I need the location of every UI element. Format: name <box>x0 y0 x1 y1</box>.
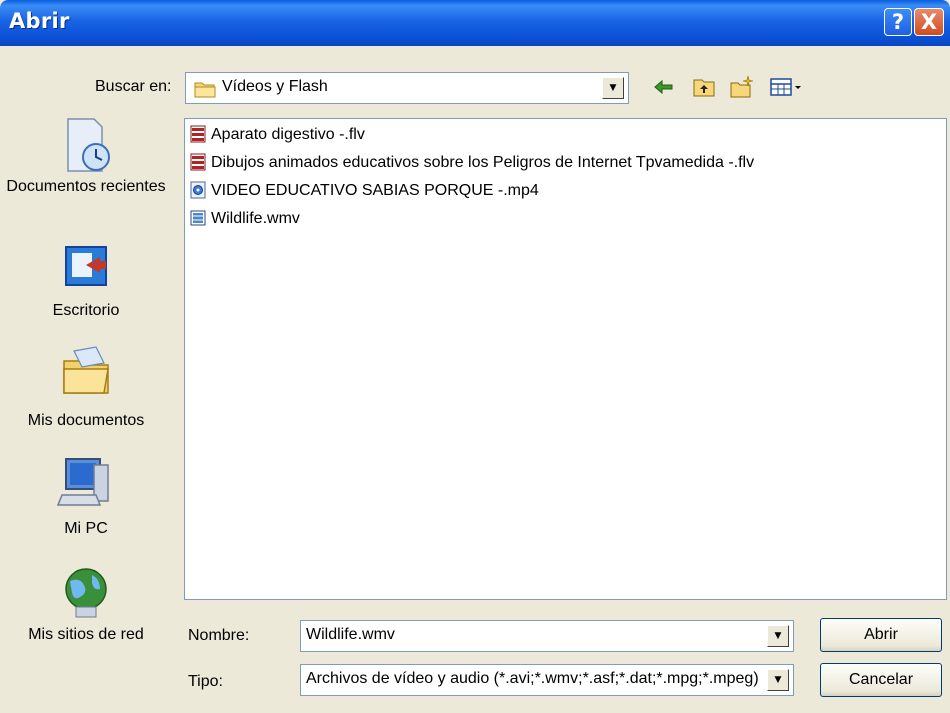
recent-documents-icon <box>67 118 110 172</box>
open-button[interactable]: Abrir <box>820 618 942 652</box>
filetype-label: Tipo: <box>188 673 223 690</box>
file-name: Aparato digestivo -.flv <box>211 126 365 143</box>
file-name: VIDEO EDUCATIVO SABIAS PORQUE -.mp4 <box>211 182 539 199</box>
place-my-computer[interactable]: Mi PC <box>0 455 172 539</box>
cancel-button[interactable]: Cancelar <box>820 663 942 697</box>
place-my-documents[interactable]: Mis documentos <box>0 343 172 431</box>
place-label: Escritorio <box>52 302 120 319</box>
open-dialog: Abrir ? X Buscar en: Vídeos y Flash ▼ Do… <box>0 0 950 713</box>
place-label: Mis sitios de red <box>28 626 144 643</box>
filename-combobox[interactable]: Wildlife.wmv ▼ <box>300 620 794 652</box>
mp4-file-icon <box>190 181 206 199</box>
list-item[interactable]: VIDEO EDUCATIVO SABIAS PORQUE -.mp4 <box>189 179 539 203</box>
file-list[interactable]: Aparato digestivo -.flv Dibujos animados… <box>184 118 947 600</box>
desktop-icon <box>65 246 107 286</box>
place-desktop[interactable]: Escritorio <box>0 245 172 321</box>
list-item[interactable]: Dibujos animados educativos sobre los Pe… <box>189 151 754 175</box>
flv-file-icon <box>190 153 206 171</box>
back-arrow-icon[interactable] <box>650 74 678 100</box>
file-name: Dibujos animados educativos sobre los Pe… <box>211 154 755 171</box>
close-button[interactable]: X <box>914 8 944 36</box>
new-folder-icon[interactable] <box>728 74 756 100</box>
chevron-down-icon[interactable]: ▼ <box>767 669 789 691</box>
window-title: Abrir <box>9 9 70 33</box>
place-network[interactable]: Mis sitios de red <box>0 565 172 645</box>
file-name: Wildlife.wmv <box>211 210 300 227</box>
place-label: Documentos recientes <box>6 178 166 195</box>
title-bar[interactable]: Abrir ? X <box>0 0 950 46</box>
folder-icon <box>194 82 216 98</box>
chevron-down-icon[interactable]: ▼ <box>602 77 624 99</box>
flv-file-icon <box>190 125 206 143</box>
my-documents-icon <box>63 346 109 394</box>
network-places-icon <box>65 568 107 618</box>
places-bar: Documentos recientes Escritorio Mis docu… <box>0 115 172 675</box>
up-folder-icon[interactable] <box>690 74 718 100</box>
lookin-combobox[interactable]: Vídeos y Flash ▼ <box>185 72 629 104</box>
filetype-combobox[interactable]: Archivos de vídeo y audio (*.avi;*.wmv;*… <box>300 664 794 696</box>
wmv-file-icon <box>190 210 206 226</box>
list-item[interactable]: Aparato digestivo -.flv <box>189 123 365 147</box>
my-computer-icon <box>56 458 109 506</box>
filename-value[interactable]: Wildlife.wmv <box>306 626 395 644</box>
filename-label: Nombre: <box>188 627 250 644</box>
help-button[interactable]: ? <box>884 8 912 36</box>
place-recent-documents[interactable]: Documentos recientes <box>0 115 172 197</box>
lookin-value: Vídeos y Flash <box>222 78 328 95</box>
filetype-value: Archivos de vídeo y audio (*.avi;*.wmv;*… <box>306 670 759 687</box>
place-label: Mi PC <box>64 520 108 537</box>
lookin-label: Buscar en: <box>95 78 172 95</box>
views-menu-icon[interactable] <box>768 74 810 100</box>
list-item[interactable]: Wildlife.wmv <box>189 207 300 231</box>
place-label: Mis documentos <box>27 412 145 429</box>
chevron-down-icon[interactable]: ▼ <box>767 625 789 647</box>
